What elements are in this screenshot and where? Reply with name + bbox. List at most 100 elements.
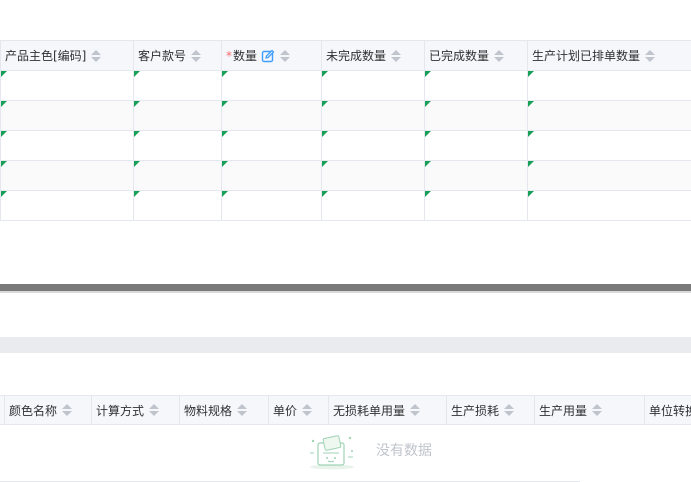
- table-row: [0, 70, 691, 101]
- column-header-label: 计算方式: [96, 403, 145, 418]
- empty-state-text: 没有数据: [376, 443, 432, 459]
- table-cell[interactable]: [321, 190, 425, 221]
- table-cell[interactable]: [133, 130, 222, 161]
- sort-caret-icon[interactable]: [410, 403, 421, 417]
- table-cell[interactable]: [321, 160, 425, 191]
- dirty-marker: [222, 191, 228, 197]
- column-header-unfinished-quantity[interactable]: 未完成数量: [321, 40, 425, 71]
- sort-caret-icon[interactable]: [91, 49, 102, 63]
- column-header-label: 无损耗单用量: [333, 403, 406, 418]
- dirty-marker: [134, 161, 140, 167]
- table-cell[interactable]: [424, 190, 528, 221]
- table-cell[interactable]: [133, 70, 222, 101]
- table-cell[interactable]: [0, 100, 134, 131]
- table-cell[interactable]: [221, 70, 322, 101]
- table-cell[interactable]: [527, 190, 691, 221]
- column-header-unit-price[interactable]: 单价: [269, 396, 329, 424]
- column-header-customer-style-no[interactable]: 客户款号: [133, 40, 222, 71]
- table-cell[interactable]: [0, 70, 134, 101]
- dirty-marker: [425, 191, 431, 197]
- dirty-marker: [222, 161, 228, 167]
- sort-caret-icon[interactable]: [149, 403, 160, 417]
- column-header-label: 生产计划已排单数量: [532, 49, 641, 63]
- table-cell[interactable]: [424, 130, 528, 161]
- column-header-calculation-method[interactable]: 计算方式: [92, 396, 180, 424]
- dirty-marker: [425, 131, 431, 137]
- column-header-color-name[interactable]: 颜色名称: [5, 396, 92, 424]
- table-cell[interactable]: [133, 160, 222, 191]
- dirty-marker: [425, 161, 431, 167]
- dirty-marker: [222, 131, 228, 137]
- table-cell[interactable]: [0, 190, 134, 221]
- sort-caret-icon[interactable]: [645, 49, 656, 63]
- table-cell[interactable]: [0, 130, 134, 161]
- table-cell[interactable]: [221, 130, 322, 161]
- table-cell[interactable]: [527, 160, 691, 191]
- column-header-label: 产品主色[编码]: [5, 49, 87, 63]
- sort-caret-icon[interactable]: [280, 49, 291, 63]
- column-header-unit-conversion[interactable]: 单位转换: [645, 396, 691, 424]
- table-cell[interactable]: [133, 100, 222, 131]
- table-cell[interactable]: [221, 160, 322, 191]
- column-header-label: 客户款号: [138, 49, 187, 63]
- bottom-table: 颜色名称 计算方式 物料规格 单价 无损耗单用量 生产损耗 生产用量 单位转换: [0, 395, 691, 482]
- dirty-marker: [134, 101, 140, 107]
- table-cell[interactable]: [321, 130, 425, 161]
- sort-caret-icon[interactable]: [191, 49, 202, 63]
- dirty-marker: [528, 101, 534, 107]
- column-header-material-spec[interactable]: 物料规格: [180, 396, 269, 424]
- sort-caret-icon[interactable]: [302, 403, 313, 417]
- table-cell[interactable]: [527, 130, 691, 161]
- column-header-lossless-unit-usage[interactable]: 无损耗单用量: [329, 396, 447, 424]
- dirty-marker: [322, 131, 328, 137]
- table-cell[interactable]: [221, 100, 322, 131]
- table-row: [0, 130, 691, 161]
- table-row: [0, 160, 691, 191]
- table-cell[interactable]: [424, 160, 528, 191]
- dirty-marker: [222, 101, 228, 107]
- edit-icon[interactable]: [261, 49, 275, 63]
- table-cell[interactable]: [221, 190, 322, 221]
- dirty-marker: [1, 71, 7, 77]
- column-header-product-color[interactable]: 产品主色[编码]: [0, 40, 134, 71]
- table-cell[interactable]: [527, 100, 691, 131]
- table-cell[interactable]: [527, 70, 691, 101]
- sort-caret-icon[interactable]: [494, 49, 505, 63]
- column-header-production-loss[interactable]: 生产损耗: [447, 396, 535, 424]
- sort-caret-icon[interactable]: [62, 403, 73, 417]
- sort-caret-icon[interactable]: [592, 403, 603, 417]
- dirty-marker: [528, 191, 534, 197]
- column-header-label: 未完成数量: [326, 49, 387, 63]
- column-header-label: 单价: [273, 403, 298, 418]
- column-header-quantity[interactable]: * 数量: [221, 40, 322, 71]
- table-cell[interactable]: [321, 100, 425, 131]
- column-header-label: 已完成数量: [429, 49, 490, 63]
- top-table: 产品主色[编码] 客户款号 * 数量 未完成数量 已完成数量 生产计划已排单数量: [0, 40, 691, 221]
- dirty-marker: [134, 191, 140, 197]
- table-cell[interactable]: [321, 70, 425, 101]
- column-header-finished-quantity[interactable]: 已完成数量: [424, 40, 528, 71]
- column-header-label: 物料规格: [184, 403, 233, 418]
- column-header-label: 生产损耗: [451, 403, 500, 418]
- bottom-table-header-row: 颜色名称 计算方式 物料规格 单价 无损耗单用量 生产损耗 生产用量 单位转换: [0, 395, 691, 425]
- dirty-marker: [322, 101, 328, 107]
- empty-data-icon: [310, 435, 354, 470]
- column-header-label: 生产用量: [539, 403, 588, 418]
- column-header-scheduled-quantity[interactable]: 生产计划已排单数量: [527, 40, 691, 71]
- panel-splitter[interactable]: [0, 284, 691, 291]
- table-row: [0, 190, 691, 221]
- table-cell[interactable]: [0, 160, 134, 191]
- table-cell[interactable]: [133, 190, 222, 221]
- table-cell[interactable]: [424, 100, 528, 131]
- sort-caret-icon[interactable]: [391, 49, 402, 63]
- column-header-production-usage[interactable]: 生产用量: [535, 396, 645, 424]
- table-cell[interactable]: [424, 70, 528, 101]
- dirty-marker: [222, 71, 228, 77]
- dirty-marker: [1, 191, 7, 197]
- sort-caret-icon[interactable]: [237, 403, 248, 417]
- dirty-marker: [1, 101, 7, 107]
- column-header-label: 数量: [233, 49, 258, 63]
- dirty-marker: [1, 161, 7, 167]
- sort-caret-icon[interactable]: [504, 403, 515, 417]
- dirty-marker: [322, 191, 328, 197]
